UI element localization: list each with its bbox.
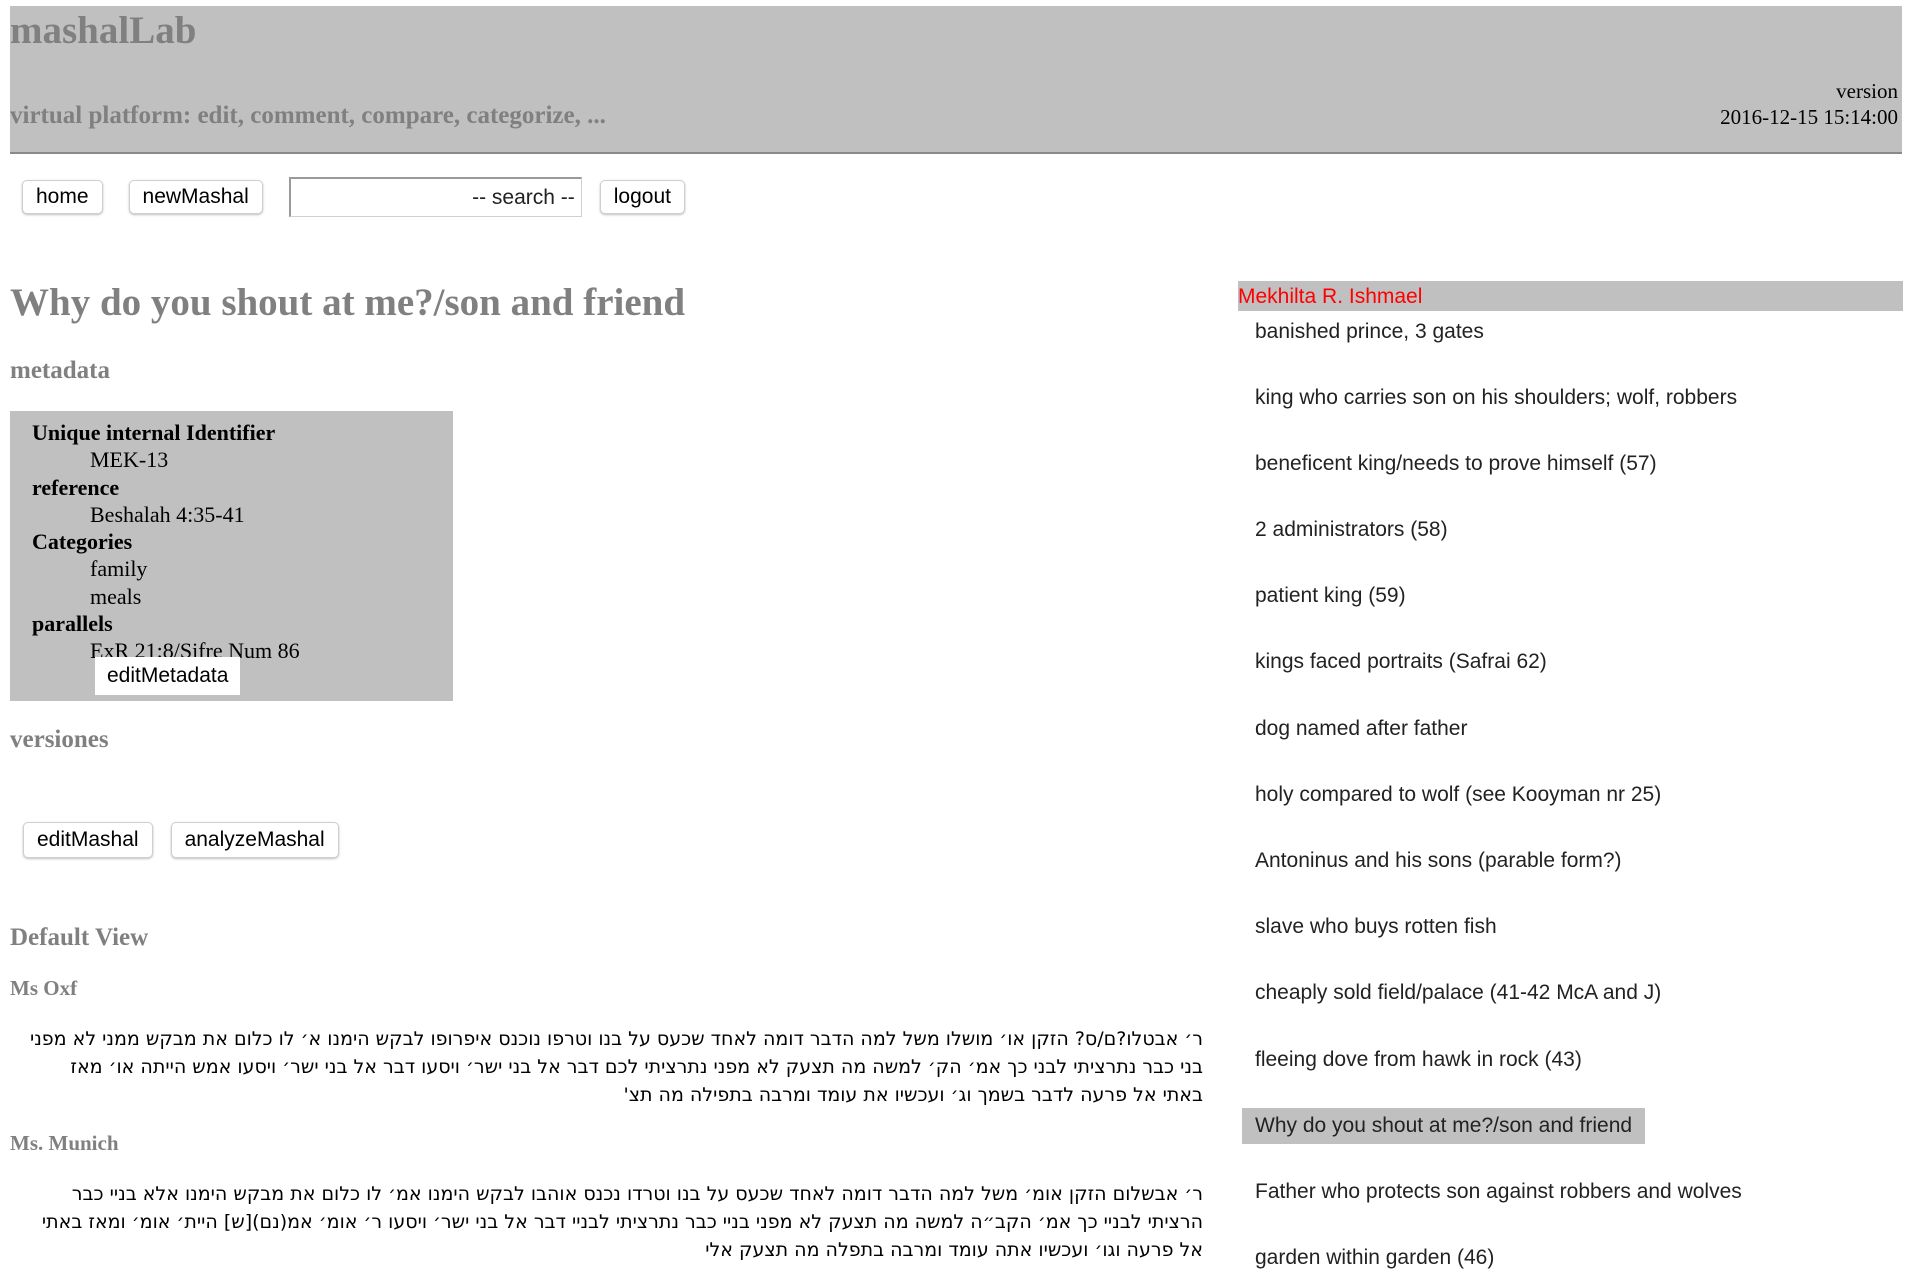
search-input[interactable] (288, 177, 582, 217)
list-item[interactable]: patient king (59) (1242, 578, 1419, 614)
id-label: Unique internal Identifier (32, 420, 276, 445)
mashal-actions: editMashal analyzeMashal (23, 822, 357, 858)
list-item[interactable]: holy compared to wolf (see Kooyman nr 25… (1242, 777, 1674, 813)
edit-mashal-button[interactable]: editMashal (23, 822, 153, 858)
list-item[interactable]: Antoninus and his sons (parable form?) (1242, 843, 1635, 879)
list-item[interactable]: dog named after father (1242, 711, 1480, 747)
reference-value: Beshalah 4:35-41 (90, 501, 245, 527)
page-title: Why do you shout at me?/son and friend (10, 281, 686, 324)
new-mashal-button[interactable]: newMashal (128, 180, 263, 214)
list-item[interactable]: slave who buys rotten fish (1242, 909, 1510, 945)
list-item[interactable]: beneficent king/needs to prove himself (… (1242, 446, 1670, 482)
id-value: MEK-13 (90, 447, 169, 472)
parallels-label: parallels (32, 611, 113, 636)
app-header: mashalLab virtual platform: edit, commen… (10, 6, 1902, 154)
categories-label: Categories (32, 529, 133, 554)
mashal-sidebar: Mekhilta R. Ishmael banished prince, 3 g… (1238, 281, 1903, 1269)
category-item: meals (90, 583, 142, 609)
version-info: version 2016-12-15 15:14:00 (1720, 78, 1898, 130)
list-item[interactable]: cheaply sold field/palace (41-42 McA and… (1242, 975, 1674, 1011)
app-title: mashalLab (10, 9, 197, 52)
versiones-heading: versiones (10, 726, 109, 753)
list-item[interactable]: kings faced portraits (Safrai 62) (1242, 644, 1560, 680)
manuscript-label: Ms Oxf (10, 976, 78, 1000)
list-item-active[interactable]: Why do you shout at me?/son and friend (1242, 1108, 1646, 1144)
metadata-panel: Unique internal Identifier MEK-13 refere… (10, 411, 453, 701)
version-label: version (1836, 79, 1898, 103)
reference-label: reference (32, 474, 120, 500)
metadata-heading: metadata (10, 357, 110, 384)
list-item[interactable]: fleeing dove from hawk in rock (43) (1242, 1042, 1595, 1078)
list-item[interactable]: Father who protects son against robbers … (1242, 1174, 1755, 1210)
list-item[interactable]: garden within garden (46) (1242, 1240, 1507, 1276)
list-item[interactable]: banished prince, 3 gates (1242, 314, 1497, 350)
version-date: 2016-12-15 15:14:00 (1720, 105, 1898, 129)
app-subtitle: virtual platform: edit, comment, compare… (10, 102, 606, 129)
category-item: family (90, 556, 148, 581)
manuscript-text: ר׳ אבטלו?ם/ס? הזקן או׳ מושלו משל למה הדב… (29, 1028, 1203, 1106)
manuscript-text: ר׳ אבשלום הזקן אומ׳ משל למה הדבר דומה לא… (41, 1183, 1203, 1261)
logout-button[interactable]: logout (599, 180, 685, 214)
edit-metadata-button[interactable]: editMetadata (95, 657, 241, 695)
nav-bar: home newMashal logout (22, 177, 711, 217)
default-view-heading: Default View (10, 924, 149, 951)
analyze-mashal-button[interactable]: analyzeMashal (170, 822, 339, 858)
manuscript-label: Ms. Munich (10, 1131, 119, 1155)
list-item[interactable]: 2 administrators (58) (1242, 512, 1461, 548)
home-button[interactable]: home (22, 180, 103, 214)
collection-title[interactable]: Mekhilta R. Ishmael (1238, 281, 1903, 311)
list-item[interactable]: king who carries son on his shoulders; w… (1242, 380, 1750, 416)
